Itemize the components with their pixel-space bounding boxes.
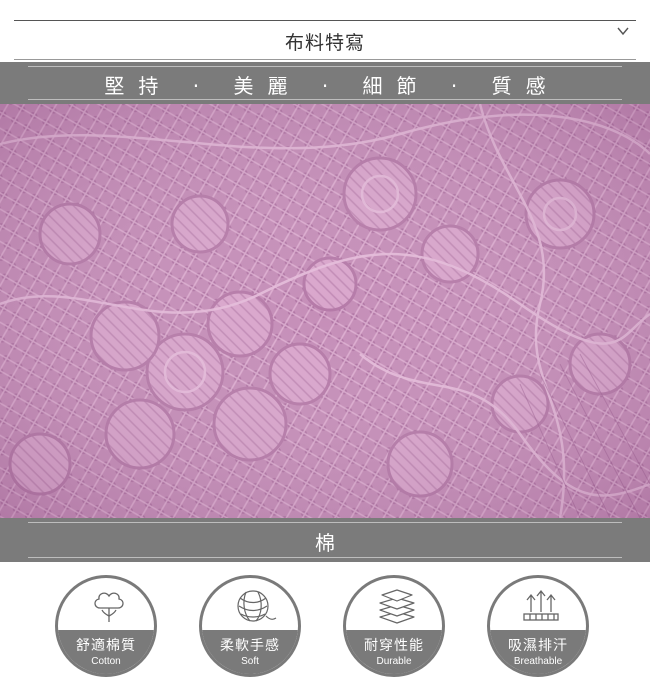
- feature-zh-label: 柔軟手感: [220, 638, 280, 654]
- feature-en-label: Durable: [376, 656, 412, 667]
- feature-cotton: 舒適棉質 Cotton: [55, 575, 157, 677]
- feature-breathable: 吸濕排汗 Breathable: [487, 575, 589, 677]
- yarn-ball-icon: [237, 590, 277, 622]
- feature-zh-label: 舒適棉質: [76, 638, 136, 654]
- feature-en-label: Cotton: [91, 656, 121, 667]
- section-header: 布料特寫: [0, 0, 650, 62]
- breathable-arrows-icon: [523, 589, 559, 621]
- feature-badges: 舒適棉質 Cotton 柔軟手感 Soft 耐穿性能 Durable 吸濕排汗 …: [0, 562, 650, 692]
- slogan-text: 堅持 · 美麗 · 細節 · 質感: [104, 74, 560, 98]
- banner-rule: [28, 99, 622, 100]
- banner-rule: [28, 522, 622, 523]
- header-bottom-divider: [14, 59, 636, 60]
- header-top-divider: [14, 20, 636, 21]
- cotton-icon: [94, 592, 124, 622]
- layers-icon: [379, 589, 415, 624]
- section-title: 布料特寫: [284, 32, 365, 54]
- feature-en-label: Soft: [241, 656, 259, 667]
- slogan-banner: 堅持 · 美麗 · 細節 · 質感: [0, 62, 650, 104]
- banner-rule: [28, 66, 622, 67]
- feature-zh-label: 耐穿性能: [364, 638, 424, 654]
- feature-soft: 柔軟手感 Soft: [199, 575, 301, 677]
- material-text: 棉: [315, 531, 335, 555]
- feature-en-label: Breathable: [513, 656, 563, 667]
- feature-durable: 耐穿性能 Durable: [343, 575, 445, 677]
- material-banner: 棉: [0, 518, 650, 562]
- fabric-closeup-image: [0, 104, 650, 518]
- lace-texture: [0, 104, 650, 518]
- feature-zh-label: 吸濕排汗: [508, 638, 568, 654]
- chevron-down-icon[interactable]: [616, 24, 630, 38]
- banner-rule: [28, 557, 622, 558]
